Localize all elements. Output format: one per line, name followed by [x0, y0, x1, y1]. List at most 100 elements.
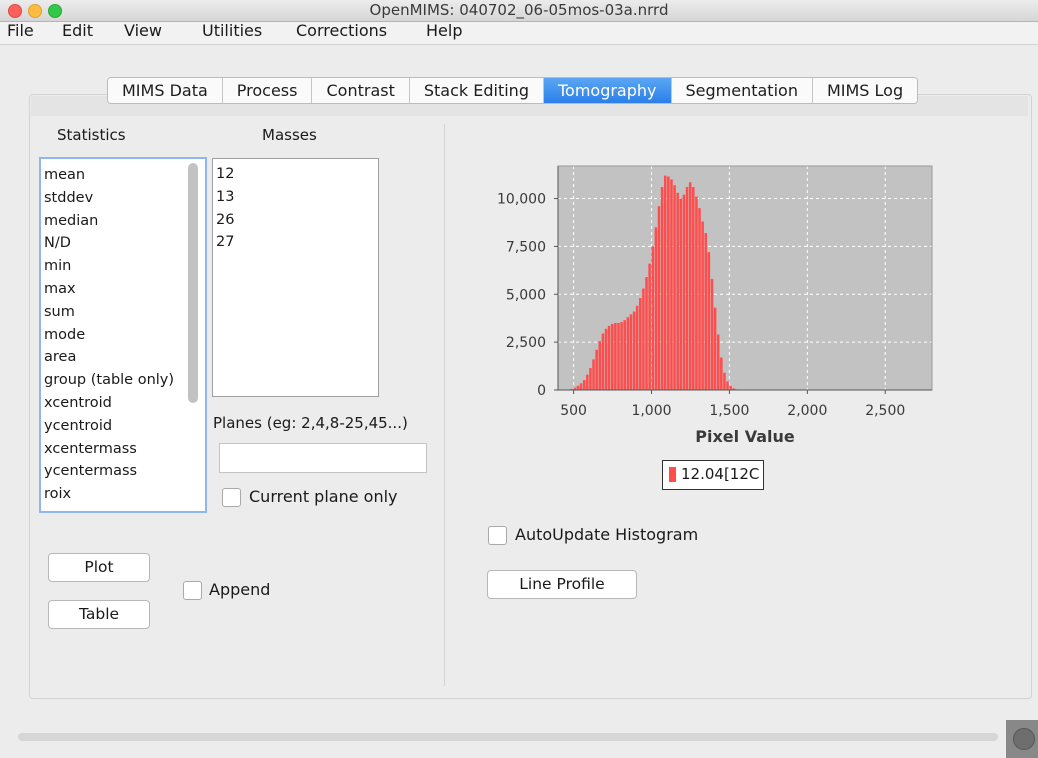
histogram-legend: 12.04[12C: [662, 460, 764, 490]
statistics-list-item[interactable]: median: [41, 210, 174, 233]
table-button[interactable]: Table: [48, 600, 150, 629]
histogram-bar: [698, 208, 701, 390]
y-tick-label: 0: [537, 383, 546, 399]
tab-stack-editing[interactable]: Stack Editing: [409, 78, 544, 103]
statistics-list[interactable]: mean stddev median N/D min max sum mode area grou…: [39, 157, 207, 513]
menu-corrections[interactable]: Corrections: [296, 21, 387, 40]
planes-input[interactable]: [219, 443, 427, 473]
histogram-bar: [685, 187, 689, 390]
line-profile-button[interactable]: Line Profile: [487, 570, 637, 599]
x-tick-label: 2,000: [787, 403, 827, 419]
statistics-scrollbar[interactable]: [188, 163, 198, 403]
statistics-list-item[interactable]: max: [41, 278, 174, 301]
tab-tomography[interactable]: Tomography: [543, 78, 672, 103]
legend-label: 12.04[12C: [681, 465, 760, 483]
histogram-bar: [688, 182, 692, 390]
current-plane-label: Current plane only: [249, 487, 398, 506]
histogram-bar: [639, 298, 642, 390]
tab-mims-log[interactable]: MIMS Log: [812, 78, 918, 103]
histogram-bar: [679, 198, 683, 390]
autoupdate-checkbox[interactable]: [488, 526, 507, 545]
window-title: OpenMIMS: 040702_06-05mos-03a.nrrd: [369, 1, 669, 19]
tab-process[interactable]: Process: [222, 78, 313, 103]
histogram-bar: [623, 320, 626, 390]
x-tick-label: 1,500: [709, 403, 749, 419]
histogram-bar: [720, 357, 723, 390]
tab-segmentation[interactable]: Segmentation: [671, 78, 813, 103]
statistics-list-item[interactable]: ycentermass: [41, 460, 174, 483]
masses-list-item[interactable]: 26: [213, 209, 234, 232]
x-axis-title: Pixel Value: [695, 427, 795, 446]
statistics-list-item[interactable]: xcentermass: [41, 438, 174, 461]
histogram-bar: [604, 328, 608, 390]
x-tick-label: 1,000: [631, 403, 671, 419]
statistics-list-item[interactable]: area: [41, 346, 174, 369]
histogram-bar: [704, 233, 707, 390]
statistics-list-item[interactable]: sum: [41, 301, 174, 324]
histogram-bar: [648, 263, 651, 390]
histogram-bar: [642, 288, 645, 390]
menu-utilities[interactable]: Utilities: [202, 21, 262, 40]
tab-contrast[interactable]: Contrast: [312, 78, 410, 103]
menu-file[interactable]: File: [7, 21, 34, 40]
resize-handle-icon[interactable]: [1013, 728, 1035, 750]
statistics-list-item[interactable]: group (table only): [41, 369, 174, 392]
statistics-list-item[interactable]: min: [41, 255, 174, 278]
menu-edit[interactable]: Edit: [62, 21, 93, 40]
histogram-bar: [654, 227, 658, 390]
masses-list-item[interactable]: 12: [213, 163, 234, 186]
panel-divider: [444, 124, 445, 686]
histogram-bar: [651, 246, 655, 390]
menu-help[interactable]: Help: [426, 21, 462, 40]
histogram-bar: [695, 196, 698, 390]
histogram-bar: [576, 385, 580, 390]
histogram-bar: [592, 359, 595, 390]
histogram-bar: [582, 380, 586, 390]
planes-label: Planes (eg: 2,4,8-25,45...): [213, 414, 408, 432]
histogram-bar: [710, 278, 714, 390]
tab-mims-data[interactable]: MIMS Data: [108, 78, 223, 103]
plot-button[interactable]: Plot: [48, 553, 150, 582]
histogram-bar: [598, 341, 602, 390]
masses-list-item[interactable]: 27: [213, 231, 234, 254]
masses-list[interactable]: 12 13 26 27: [212, 158, 379, 397]
histogram-bar: [595, 349, 598, 390]
histogram-bar: [667, 176, 670, 390]
histogram-bar: [579, 383, 583, 390]
statistics-list-item[interactable]: mean: [41, 164, 174, 187]
histogram-bar: [676, 192, 679, 390]
masses-list-item[interactable]: 13: [213, 186, 234, 209]
masses-label: Masses: [262, 126, 317, 144]
x-tick-label: 2,500: [865, 403, 905, 419]
legend-swatch: [669, 467, 676, 482]
statistics-label: Statistics: [57, 126, 126, 144]
statistics-list-item[interactable]: mode: [41, 324, 174, 347]
histogram-chart: 500 1,000 1,500 2,000 2,500 0 2,500 5,000 7,500 1…: [497, 165, 933, 446]
histogram-bar: [620, 322, 623, 390]
histogram-bar: [729, 386, 732, 390]
x-tick-label: 500: [560, 403, 587, 419]
statistics-list-item[interactable]: stddev: [41, 187, 174, 210]
statistics-list-item[interactable]: N/D: [41, 232, 174, 255]
histogram-bar: [601, 333, 605, 390]
y-tick-label: 10,000: [497, 192, 546, 208]
histogram-bar: [632, 311, 636, 390]
statistics-list-item[interactable]: xcentroid: [41, 392, 174, 415]
histogram-bar: [614, 322, 617, 390]
statistics-list-item[interactable]: ycentroid: [41, 415, 174, 438]
append-label: Append: [209, 580, 271, 599]
histogram-bar: [663, 175, 667, 390]
statistics-list-item[interactable]: roix: [41, 483, 174, 506]
histogram-bar: [610, 323, 614, 390]
histogram-bar: [673, 185, 676, 390]
horizontal-scrollbar[interactable]: [18, 733, 998, 741]
histogram-bar: [607, 325, 611, 390]
menu-view[interactable]: View: [124, 21, 162, 40]
y-tick-label: 5,000: [506, 287, 546, 303]
autoupdate-label: AutoUpdate Histogram: [515, 525, 699, 544]
histogram-bar: [657, 206, 661, 390]
current-plane-checkbox[interactable]: [222, 488, 241, 507]
append-checkbox[interactable]: [183, 581, 202, 600]
histogram-bar: [716, 334, 720, 390]
plot-area: [558, 166, 932, 390]
